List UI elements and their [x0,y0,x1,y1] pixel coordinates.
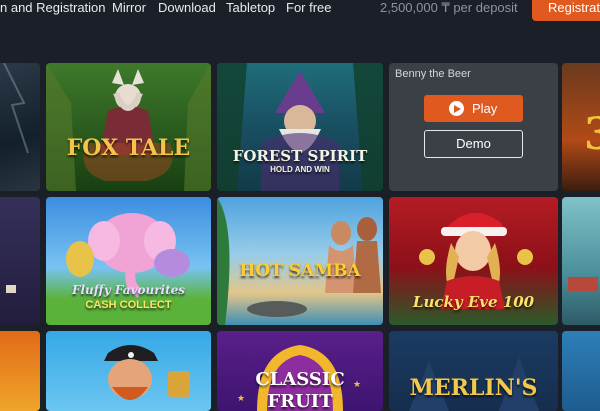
nav-login-registration[interactable]: n and Registration [0,0,106,15]
game-tile-lucky-eve[interactable]: Lucky Eve 100 [389,197,558,325]
fire-art: 3 [584,109,600,160]
nav-for-free[interactable]: For free [286,0,332,15]
game-title-fox-tale: FOX TALE [66,135,191,161]
game-tile-pirate[interactable] [46,331,211,411]
game-tile-classic-fruit[interactable]: ★ ★ CLASSIC FRUIT [217,331,383,411]
games-grid: FOX TALE FOREST SPIRIT HOLD AND WIN Benn… [0,35,600,411]
play-button[interactable]: Play [424,95,523,122]
top-navigation-bar: n and Registration Mirror Download Table… [0,0,600,35]
game-title-lucky-eve: Lucky Eve 100 [412,293,535,311]
game-tile-fluffy-favourites[interactable]: Fluffy Favourites CASH COLLECT [46,197,211,325]
game-title-classic: CLASSIC [255,369,345,390]
game-tile-benny-the-beer[interactable]: Benny the Beer Play Demo [389,63,558,191]
game-tile-partial-right-3[interactable] [562,331,600,411]
registration-button[interactable]: Registrati [532,0,600,21]
game-tile-fox-tale[interactable]: FOX TALE [46,63,211,191]
game-tile-partial-left-2[interactable] [0,197,40,325]
nav-mirror[interactable]: Mirror [112,0,146,15]
nav-download[interactable]: Download [158,0,216,15]
fox-character-art [46,63,211,191]
game-title-hot-samba: HOT SAMBA [239,261,361,281]
game-tile-partial-right-2[interactable] [562,197,600,325]
game-tile-partial-left-3[interactable] [0,331,40,411]
storm-art [3,63,29,154]
game-tile-partial-right-1[interactable]: 3 [562,63,600,191]
game-title-forest-spirit: FOREST SPIRIT [232,147,368,165]
svg-text:3: 3 [584,109,600,160]
castle-art [6,285,16,293]
deposit-bonus-text: 2,500,000 ₸ per deposit [380,0,518,15]
nav-tabletop[interactable]: Tabletop [226,0,275,15]
demo-button[interactable]: Demo [424,130,523,158]
game-tile-partial-left-1[interactable] [0,63,40,191]
play-button-label: Play [472,101,498,116]
game-tile-forest-spirit[interactable]: FOREST SPIRIT HOLD AND WIN [217,63,383,191]
game-tile-hot-samba[interactable]: HOT SAMBA [217,197,383,325]
game-title-classic-fruit: FRUIT [267,391,333,411]
harbor-art [568,277,598,291]
game-tile-merlins[interactable]: MERLIN'S [389,331,558,411]
game-subtitle-cash-collect: CASH COLLECT [85,299,172,311]
game-title-fluffy-favourites: Fluffy Favourites [71,283,186,297]
game-title-merlins: MERLIN'S [409,375,538,401]
play-icon [449,101,464,116]
game-subtitle-hold-and-win: HOLD AND WIN [270,165,330,174]
game-name-benny-the-beer: Benny the Beer [395,68,471,80]
pirate-art [104,345,190,400]
